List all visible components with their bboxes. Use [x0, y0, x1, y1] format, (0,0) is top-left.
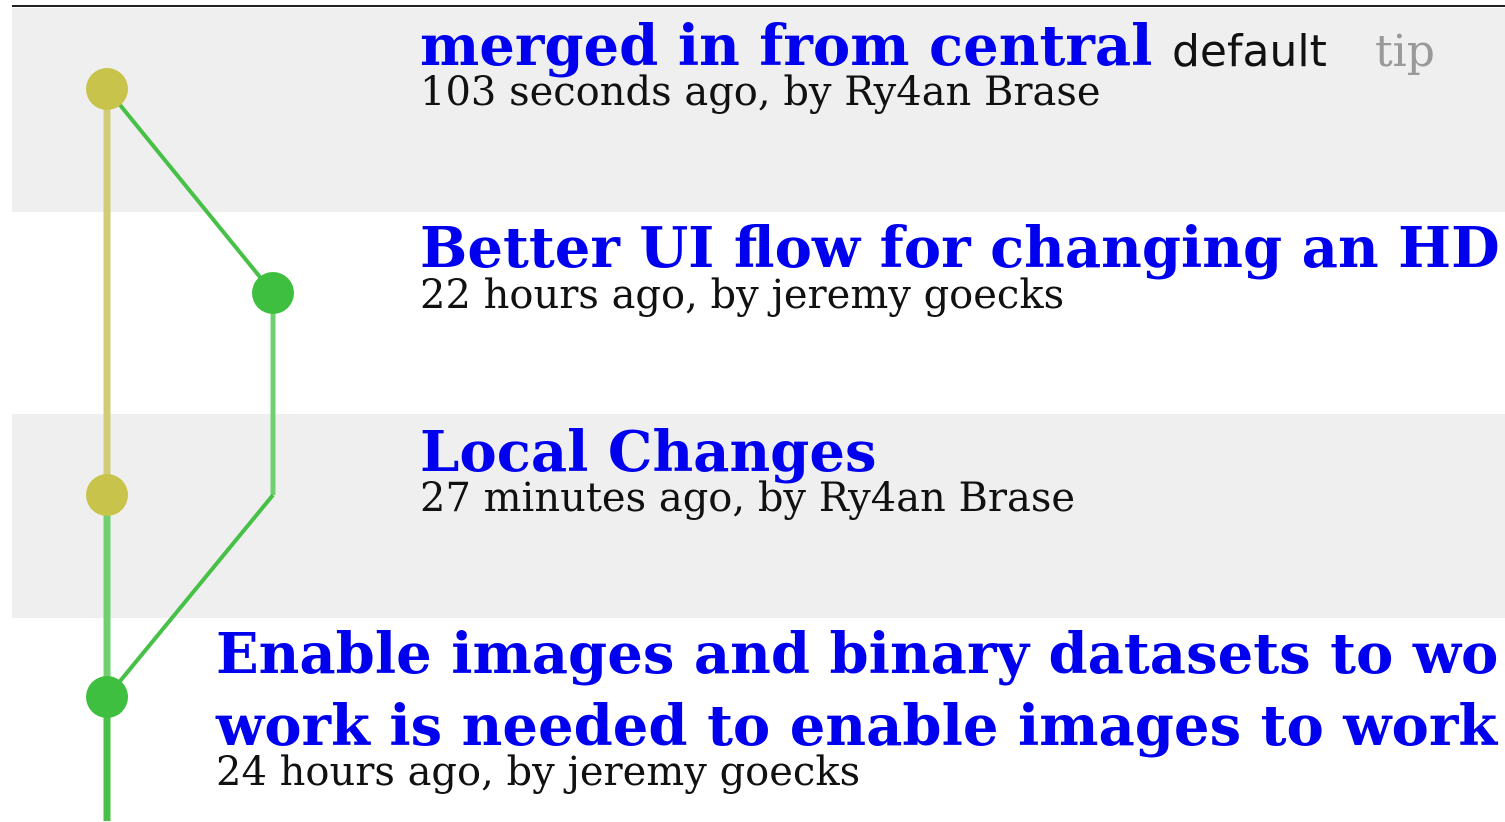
edge-merge-to-feature — [105, 87, 275, 295]
node-better-ui[interactable] — [252, 272, 294, 314]
changeset-meta: 24 hours ago, by jeremy goecks — [216, 749, 861, 795]
changeset-title-link[interactable]: merged in from central — [420, 18, 1152, 74]
changeset-title-link[interactable]: Local Changes — [420, 424, 876, 480]
node-enable-images[interactable] — [86, 676, 128, 718]
tip-tag: tip — [1375, 26, 1435, 77]
changeset-title-link[interactable]: Better UI flow for changing an HD — [420, 220, 1500, 276]
changeset-meta: 27 minutes ago, by Ry4an Brase — [420, 475, 1076, 521]
changeset-title-link-line2[interactable]: work is needed to enable images to work — [216, 698, 1497, 754]
node-merged[interactable] — [86, 68, 128, 110]
changeset-title-link[interactable]: Enable images and binary datasets to wo — [216, 626, 1498, 682]
branch-tag: default — [1172, 26, 1327, 77]
node-local-changes[interactable] — [86, 474, 128, 516]
changeset-meta: 22 hours ago, by jeremy goecks — [420, 272, 1065, 318]
changeset-meta: 103 seconds ago, by Ry4an Brase — [420, 69, 1101, 115]
